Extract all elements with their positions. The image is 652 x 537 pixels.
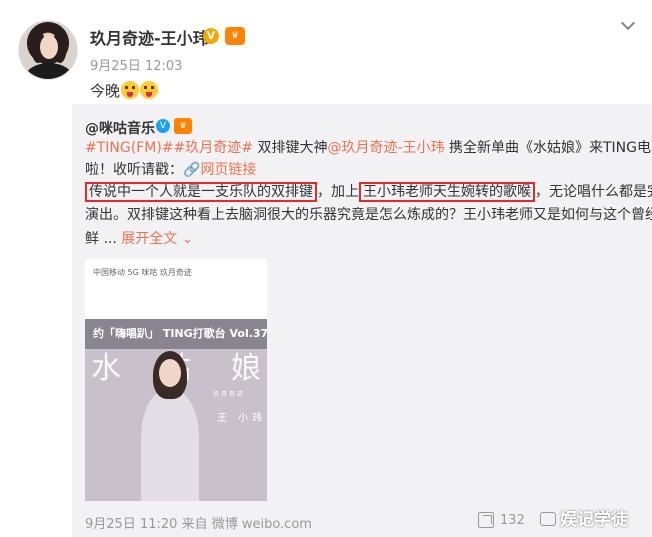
watermark: 娱记学徒 bbox=[560, 510, 628, 530]
singer-figure bbox=[135, 351, 205, 501]
meta-source: 来自 微博 weibo.com bbox=[181, 517, 312, 532]
quoted-text: ，加上 bbox=[317, 184, 359, 200]
verified-badge-icon: V bbox=[203, 28, 219, 44]
web-link-icon[interactable]: 🔗 bbox=[183, 162, 200, 178]
quoted-text: 啦！收听请戳： bbox=[85, 162, 183, 178]
share-count[interactable]: 132 bbox=[500, 513, 525, 528]
quoted-line-5: 鲜 ... 展开全文 ⌄ bbox=[85, 229, 193, 249]
quoted-author[interactable]: @咪咕音乐 bbox=[85, 118, 155, 138]
chevron-down-icon[interactable]: ⌄ bbox=[177, 231, 194, 247]
comment-icon[interactable] bbox=[540, 512, 556, 526]
poster-band-text: 约「嗨唱趴」 TING打歌台 Vol.37 bbox=[93, 327, 267, 340]
quoted-text: ，无论唱什么都是完美 bbox=[535, 184, 652, 200]
poster-subtitle: 玖 月 奇 迹 bbox=[213, 391, 243, 398]
share-icon[interactable] bbox=[478, 512, 494, 528]
quoted-line-4: 演出。双排键这种看上去脑洞很大的乐器究竟是怎么炼成的？王小玮老师又是如何与这个曾… bbox=[85, 207, 652, 223]
expand-full-text-link[interactable]: 展开全文 bbox=[121, 231, 177, 247]
verified-blue-icon: V bbox=[156, 119, 170, 133]
avatar[interactable] bbox=[18, 20, 78, 80]
vip-crown-icon: ♛ bbox=[174, 118, 192, 134]
post-text-content: 今晚 bbox=[90, 82, 121, 100]
poster-logos: 中国移动 5G 咪咕 玖月奇迹 bbox=[93, 268, 192, 277]
highlight-box-2: 王小玮老师天生婉转的歌喉 bbox=[359, 182, 535, 202]
hashtag-ting[interactable]: #TING(FM)# bbox=[85, 140, 174, 156]
post-text: 今晚 bbox=[90, 80, 159, 101]
author-name[interactable]: 玖月奇迹-王小玮 bbox=[90, 25, 209, 49]
quoted-text: 携全新单曲《水姑娘》来TING电台 bbox=[444, 140, 652, 156]
hashtag-jiuyue[interactable]: #玖月奇迹# bbox=[174, 140, 253, 156]
poster-artist: 王 小玮 bbox=[217, 413, 267, 424]
chevron-down-icon[interactable] bbox=[622, 18, 634, 30]
tongue-emoji-icon bbox=[121, 81, 140, 99]
quoted-text: 鲜 ... bbox=[85, 231, 122, 247]
quoted-line-2: 啦！收听请戳：🔗网页链接 bbox=[85, 160, 256, 180]
quoted-text: 双排键大神 bbox=[253, 140, 328, 156]
web-link[interactable]: 网页链接 bbox=[200, 162, 256, 178]
poster-image[interactable]: 中国移动 5G 咪咕 玖月奇迹 约「嗨唱趴」 TING打歌台 Vol.37 水姑… bbox=[85, 259, 267, 501]
vip-crown-icon: ♛ bbox=[225, 27, 245, 45]
highlight-box-1: 传说中一个人就是一支乐队的双排键 bbox=[85, 182, 317, 202]
quoted-line-1: #TING(FM)##玖月奇迹# 双排键大神@玖月奇迹-王小玮 携全新单曲《水姑… bbox=[85, 138, 652, 158]
meta-time[interactable]: 9月25日 11:20 bbox=[85, 517, 177, 532]
post-time[interactable]: 9月25日 12:03 bbox=[90, 55, 182, 74]
mention-link[interactable]: @玖月奇迹-王小玮 bbox=[327, 140, 444, 156]
tongue-emoji-icon bbox=[140, 81, 159, 99]
post-meta: 9月25日 11:20 来自 微博 weibo.com bbox=[85, 513, 312, 532]
quoted-line-3: 传说中一个人就是一支乐队的双排键，加上王小玮老师天生婉转的歌喉，无论唱什么都是完… bbox=[85, 182, 652, 202]
